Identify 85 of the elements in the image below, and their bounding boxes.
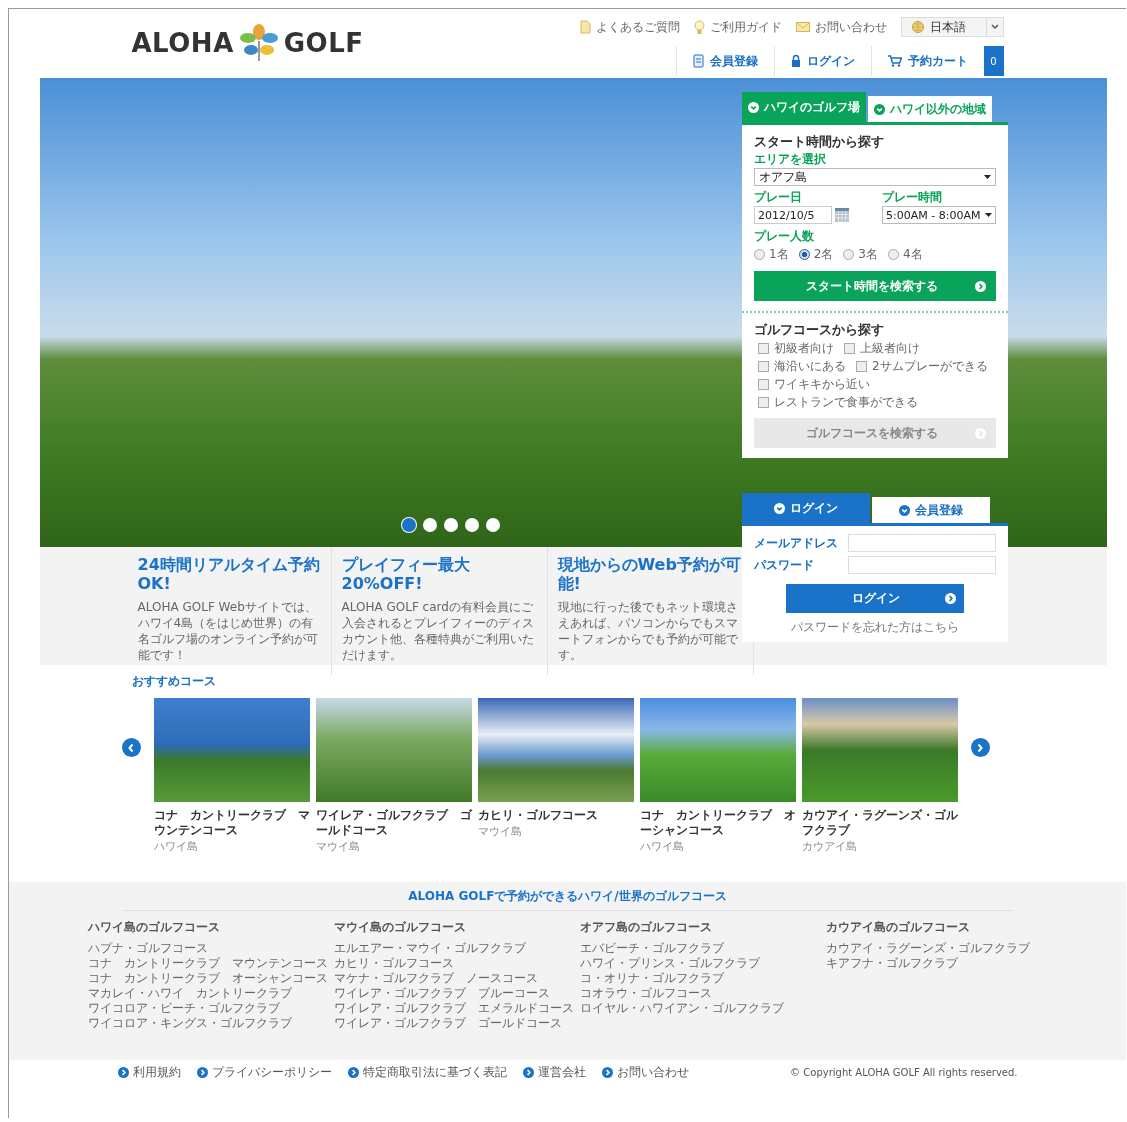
feature-checkbox[interactable]: 2サムプレーができる bbox=[856, 359, 988, 374]
feature-checkbox[interactable]: 上級者向け bbox=[844, 341, 920, 356]
time-select[interactable]: 5:00AM - 8:00AM bbox=[882, 206, 996, 224]
field-label: パスワード bbox=[754, 556, 814, 574]
footer-link[interactable]: 利用規約 bbox=[117, 1064, 181, 1081]
utility-link[interactable]: よくあるご質問 bbox=[579, 18, 680, 36]
field-label: プレー時間 bbox=[882, 190, 943, 205]
island-label: マウイ島 bbox=[315, 839, 361, 854]
course-link[interactable]: キアフナ・ゴルフクラブ bbox=[825, 956, 1048, 971]
feature-title: 現地からのWeb予約が可能! bbox=[557, 555, 742, 593]
course-name[interactable]: コナ カントリークラブ オーシャンコース bbox=[639, 808, 796, 838]
region-tab[interactable]: ハワイのゴルフ場 bbox=[742, 92, 866, 122]
field-label: エリアを選択 bbox=[754, 152, 827, 167]
field-label: メールアドレス bbox=[754, 534, 838, 552]
login-tab[interactable]: ログイン bbox=[742, 493, 870, 523]
course-link[interactable]: ワイコロア・キングス・ゴルフクラブ bbox=[87, 1016, 334, 1031]
player-count-radio[interactable]: 4名 bbox=[887, 246, 923, 263]
course-link[interactable]: ロイヤル・ハワイアン・ゴルフクラブ bbox=[579, 1001, 826, 1016]
island-label: ハワイ島 bbox=[153, 839, 199, 854]
feature-text: ALOHA GOLF Webサイトでは、ハワイ4島（をはじめ世界）の有名ゴルフ場のオンライン予約が可能です！ bbox=[137, 599, 319, 663]
section-title: スタート時間から探す bbox=[754, 133, 885, 150]
course-link[interactable]: コ・オリナ・ゴルフクラブ bbox=[579, 971, 826, 986]
course-link[interactable]: マカレイ・ハワイ カントリークラブ bbox=[87, 986, 334, 1001]
course-name[interactable]: コナ カントリークラブ マウンテンコース bbox=[153, 808, 310, 838]
island-label: カウアイ島 bbox=[801, 839, 858, 854]
footer-link[interactable]: プライバシーポリシー bbox=[196, 1064, 332, 1081]
course-link[interactable]: ワイコロア・ビーチ・ゴルフクラブ bbox=[87, 1001, 334, 1016]
section-title: ゴルフコースから探す bbox=[754, 321, 885, 338]
utility-link[interactable]: ご利用ガイド bbox=[693, 18, 782, 36]
column-heading: マウイ島のゴルフコース bbox=[333, 919, 467, 936]
column-heading: ハワイ島のゴルフコース bbox=[87, 919, 221, 936]
course-link[interactable]: コナ カントリークラブ オーシャンコース bbox=[87, 971, 334, 986]
logo-text[interactable]: GOLF bbox=[283, 28, 364, 58]
footer-link[interactable]: お問い合わせ bbox=[601, 1064, 689, 1081]
feature-checkbox[interactable]: 海沿いにある bbox=[758, 359, 846, 374]
island-label: マウイ島 bbox=[477, 824, 523, 839]
nav-link[interactable]: 予約カート bbox=[870, 46, 984, 76]
column-heading: カウアイ島のゴルフコース bbox=[825, 919, 971, 936]
player-count-radio[interactable]: 2名 bbox=[798, 246, 834, 263]
course-link[interactable]: カヒリ・ゴルフコース bbox=[333, 956, 580, 971]
feature-title: プレイフィー最大20%OFF! bbox=[341, 555, 471, 593]
feature-checkbox[interactable]: レストランで食事ができる bbox=[758, 395, 918, 410]
footer-link[interactable]: 運営会社 bbox=[522, 1064, 586, 1081]
area-select[interactable]: オアフ島 bbox=[754, 168, 996, 186]
course-name[interactable]: カウアイ・ラグーンズ・ゴルフクラブ bbox=[801, 808, 958, 838]
feature-checkbox[interactable]: ワイキキから近い bbox=[758, 377, 870, 392]
date-field[interactable]: 2012/10/5 bbox=[754, 206, 832, 224]
feature-text: 現地に行った後でもネット環境さえあれば、パソコンからでもスマートフォンからでも予約が可能です。 bbox=[557, 599, 739, 663]
region-tab[interactable]: ハワイ以外の地域 bbox=[868, 96, 992, 122]
course-link[interactable]: マケナ・ゴルフクラブ ノースコース bbox=[333, 971, 580, 986]
search-time-button[interactable]: スタート時間を検索する bbox=[754, 271, 996, 301]
footer-title: ALOHA GOLFで予約ができるハワイ/世界のゴルフコース bbox=[407, 888, 728, 905]
course-link[interactable]: ハワイ・プリンス・ゴルフクラブ bbox=[579, 956, 826, 971]
course-link[interactable]: ワイレア・ゴルフクラブ ブルーコース bbox=[333, 986, 580, 1001]
login-tab[interactable]: 会員登録 bbox=[872, 497, 990, 523]
course-link[interactable]: エルエアー・マウイ・ゴルフクラブ bbox=[333, 941, 580, 956]
course-name[interactable]: ワイレア・ゴルフクラブ ゴールドコース bbox=[315, 808, 472, 838]
logo-text[interactable]: ALOHA bbox=[131, 28, 234, 58]
feature-text: ALOHA GOLF cardの有料会員にご入会されるとプレイフィーのディスカウント他、各種特典がご利用いただけます。 bbox=[341, 599, 535, 663]
field-label: プレー人数 bbox=[754, 229, 815, 244]
utility-link[interactable]: お問い合わせ bbox=[795, 18, 887, 36]
field-label: プレー日 bbox=[754, 190, 803, 205]
language-select[interactable]: 日本語 bbox=[900, 17, 1004, 37]
course-link[interactable]: カウアイ・ラグーンズ・ゴルフクラブ bbox=[825, 941, 1048, 956]
player-count-radio[interactable]: 1名 bbox=[754, 246, 789, 263]
login-button[interactable]: ログイン bbox=[786, 584, 964, 613]
section-title[interactable]: おすすめコース bbox=[131, 674, 216, 688]
forgot-password-link[interactable]: パスワードを忘れた方はこちら bbox=[754, 619, 996, 636]
copyright-text: © Copyright ALOHA GOLF All rights reserved. bbox=[790, 1067, 1018, 1078]
course-link[interactable]: コオラウ・ゴルフコース bbox=[579, 986, 826, 1001]
course-name[interactable]: カヒリ・ゴルフコース bbox=[477, 808, 634, 823]
footer-link[interactable]: 特定商取引法に基づく表記 bbox=[347, 1064, 507, 1081]
course-link[interactable]: ワイレア・ゴルフクラブ エメラルドコース bbox=[333, 1001, 580, 1016]
course-link[interactable]: ハプナ・ゴルフコース bbox=[87, 941, 334, 956]
nav-link[interactable]: ログイン bbox=[773, 46, 871, 76]
cart-count-badge: 0 bbox=[983, 46, 1004, 76]
player-count-radio[interactable]: 3名 bbox=[843, 246, 878, 263]
course-link[interactable]: コナ カントリークラブ マウンテンコース bbox=[87, 956, 334, 971]
course-link[interactable]: エバビーチ・ゴルフクラブ bbox=[579, 941, 826, 956]
island-label: ハワイ島 bbox=[639, 839, 685, 854]
column-heading: オアフ島のゴルフコース bbox=[579, 919, 713, 936]
nav-link[interactable]: 会員登録 bbox=[675, 46, 774, 76]
feature-checkbox[interactable]: 初級者向け bbox=[758, 341, 834, 356]
feature-title: 24時間リアルタイム予約OK! bbox=[137, 555, 321, 593]
course-link[interactable]: ワイレア・ゴルフクラブ ゴールドコース bbox=[333, 1016, 580, 1031]
